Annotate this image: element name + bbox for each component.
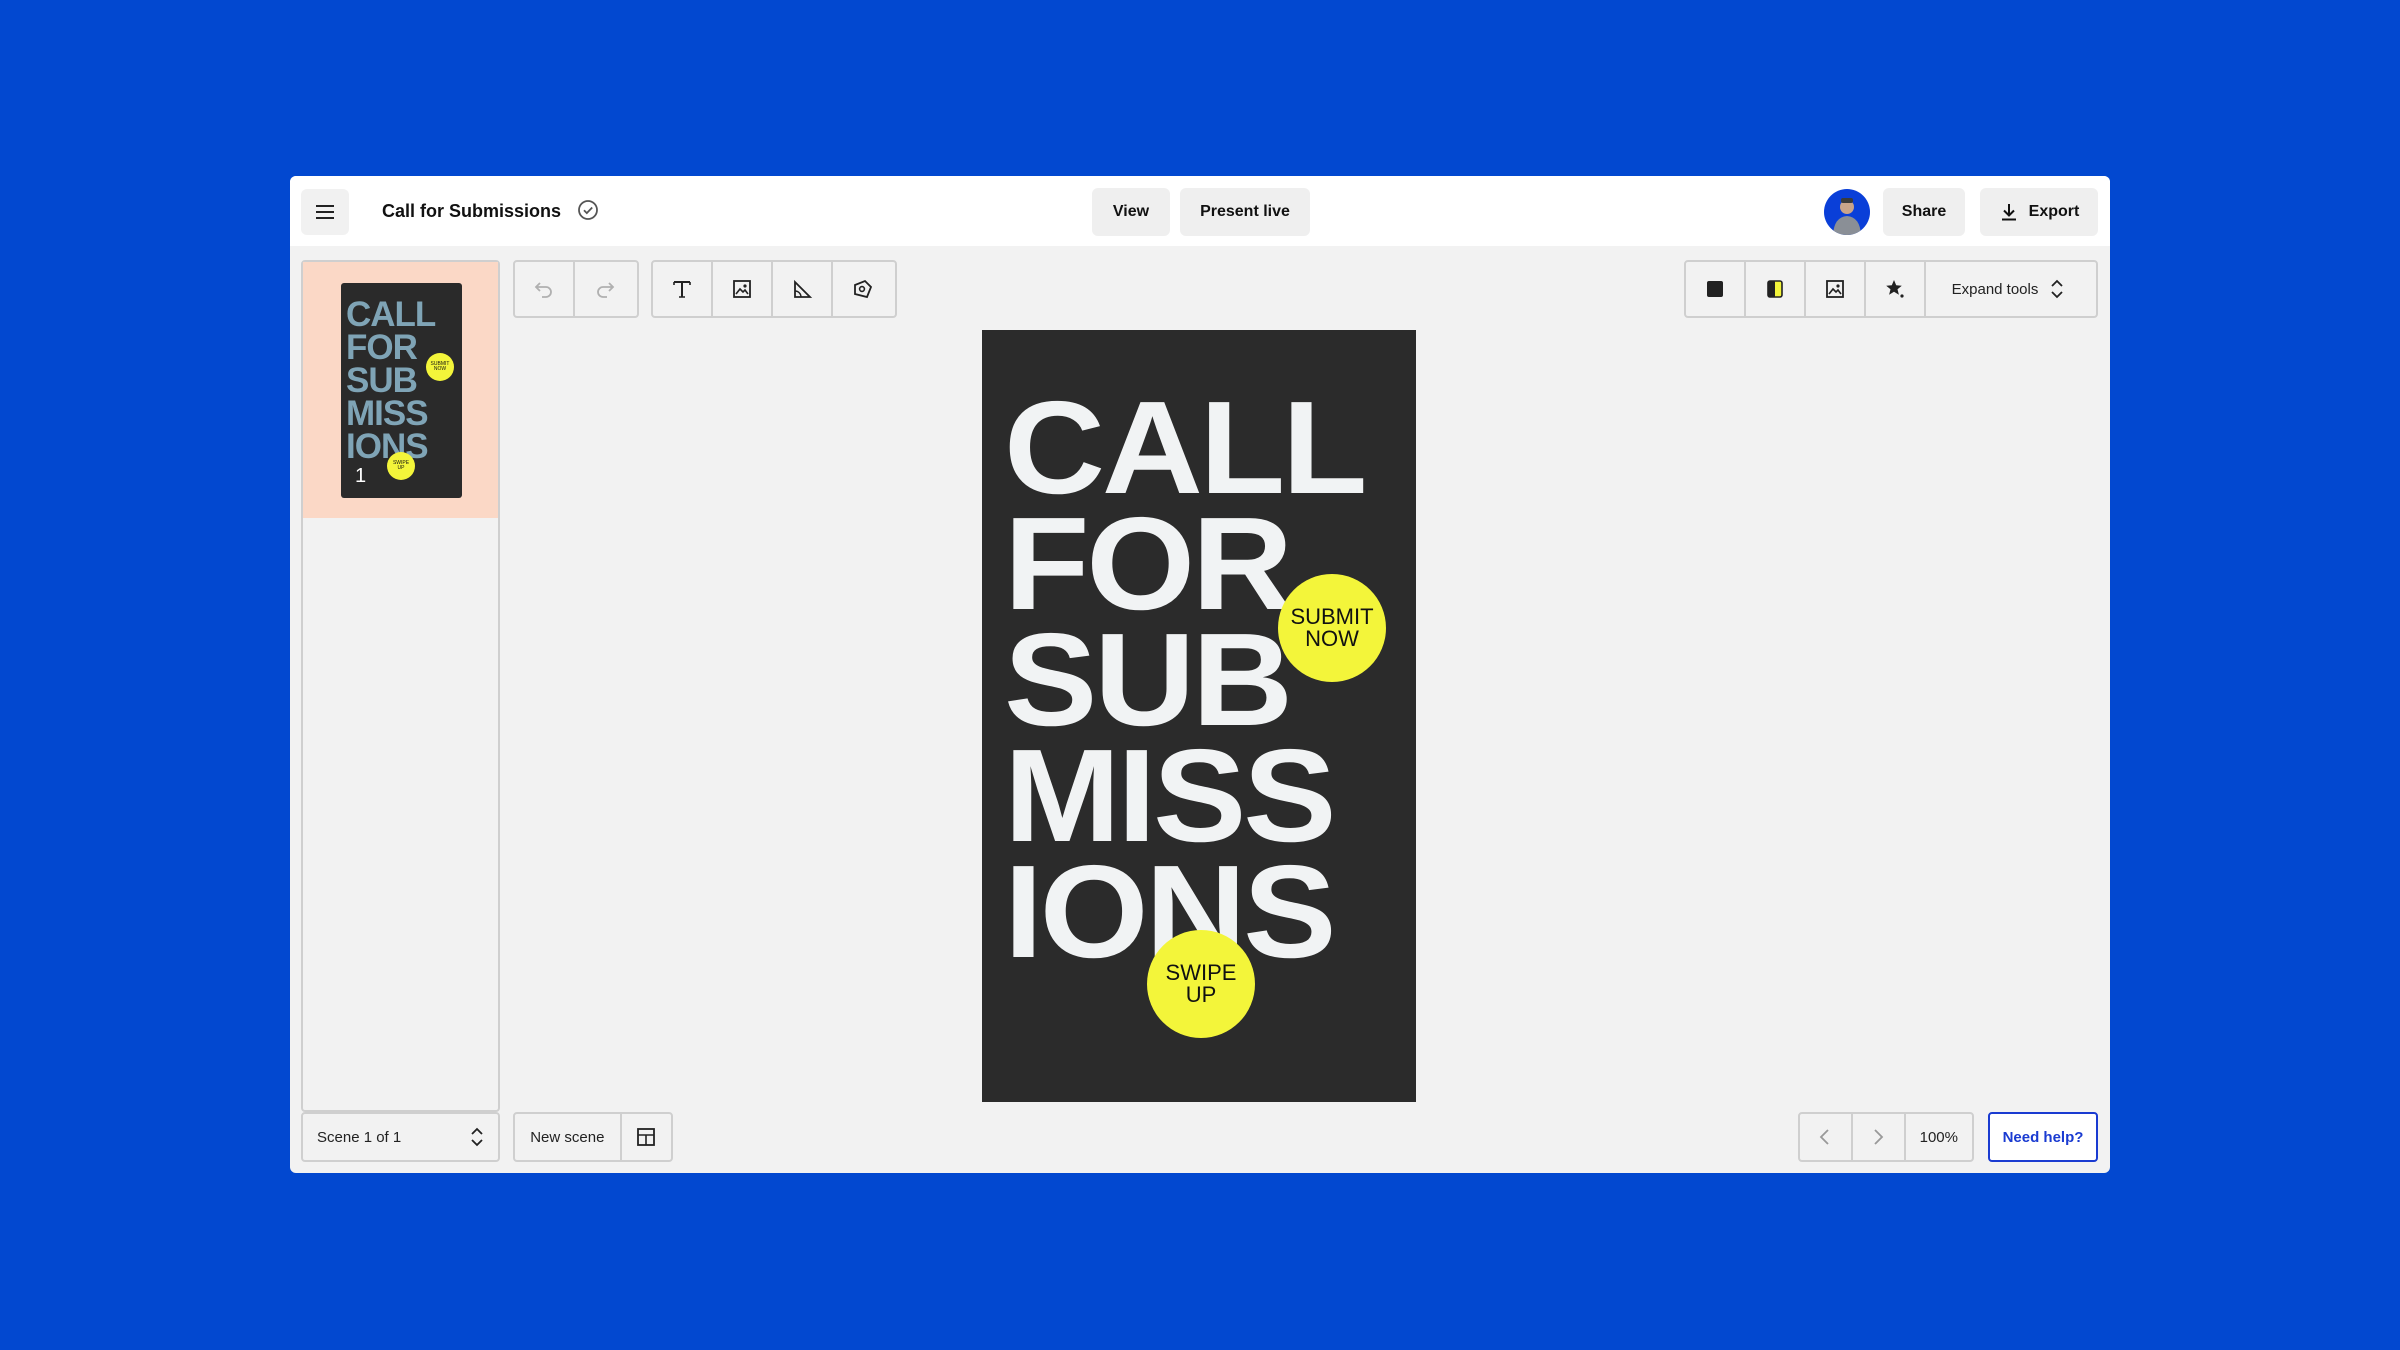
zoom-control[interactable]: 100% [1906,1114,1972,1160]
thumb-badge-line: NOW [433,366,447,372]
new-scene-group: New scene [513,1112,673,1162]
thumb-text-line: SUB [346,361,418,400]
thumb-text-line: IONS [346,427,429,466]
scene-thumbnail[interactable]: CALL FOR SUB MISS IONS SUBMIT NOW SWIPE UP… [341,283,462,498]
expand-tools-label: Expand tools [1951,280,2039,298]
navigation-group: 100% [1798,1112,1974,1162]
sticker-icon [854,279,873,299]
thumb-badge-line: UP [397,465,405,471]
effects-button[interactable] [1866,262,1926,316]
color-palette-icon [1767,280,1783,298]
editor-window: Call for Submissions View Present live S… [290,176,2110,1173]
image-icon [733,280,751,298]
swipe-up-badge[interactable]: SWIPE UP [1147,930,1255,1038]
zoom-value: 100% [1919,1128,1958,1146]
thumb-badge-swipe: SWIPE UP [387,452,415,480]
layout-icon [637,1128,656,1146]
redo-icon [597,282,615,298]
thumb-text-line: MISS [346,394,429,433]
thumb-text-line: FOR [346,328,418,367]
previous-scene-button[interactable] [1800,1114,1853,1160]
submit-now-badge[interactable]: SUBMIT NOW [1278,574,1386,682]
text-tool-button[interactable] [653,262,713,316]
undo-icon [534,282,552,298]
need-help-button[interactable]: Need help? [1988,1112,2098,1162]
background-color-icon [1707,281,1723,297]
replace-image-button[interactable] [1806,262,1866,316]
view-label: View [1112,203,1150,220]
thumb-badge-submit: SUBMIT NOW [426,353,454,381]
new-scene-label: New scene [530,1128,605,1146]
undo-button[interactable] [515,262,575,316]
avatar[interactable] [1824,189,1870,235]
document-title[interactable]: Call for Submissions [382,201,561,222]
export-label: Export [2028,203,2080,220]
view-button[interactable]: View [1092,188,1170,236]
scene-layout-button[interactable] [622,1114,671,1160]
export-button[interactable]: Export [1980,188,2098,236]
chevron-up-down-icon [2051,279,2063,299]
top-bar: Call for Submissions View Present live S… [290,176,2110,246]
sticker-tool-button[interactable] [833,262,893,316]
scene-selector-label: Scene 1 of 1 [317,1128,402,1146]
chevron-right-icon [1874,1129,1884,1145]
new-scene-button[interactable]: New scene [515,1114,622,1160]
insert-tools [651,260,897,318]
present-live-button[interactable]: Present live [1180,188,1310,236]
text-icon [673,281,691,298]
background-color-button[interactable] [1686,262,1746,316]
design-canvas[interactable]: CALL FOR SUB MISS IONS SUBMIT NOW SWIPE UP [982,330,1416,1102]
chevron-left-icon [1820,1129,1830,1145]
shape-icon [794,279,813,298]
image-tool-button[interactable] [713,262,773,316]
share-button[interactable]: Share [1883,188,1965,236]
next-scene-button[interactable] [1853,1114,1906,1160]
shape-tool-button[interactable] [773,262,833,316]
need-help-label: Need help? [2002,1128,2084,1146]
color-palette-button[interactable] [1746,262,1806,316]
expand-tools-button[interactable]: Expand tools [1926,262,2090,316]
badge-line: UP [1185,982,1217,1007]
history-tools [513,260,639,318]
saved-check-icon [578,200,598,220]
menu-button[interactable] [301,189,349,235]
present-label: Present live [1200,203,1290,220]
badge-line: NOW [1305,626,1359,651]
download-icon [2001,204,2016,221]
scene-number: 1 [355,465,367,487]
user-photo-icon [1833,198,1861,235]
effects-icon [1886,280,1904,298]
scenes-panel: CALL FOR SUB MISS IONS SUBMIT NOW SWIPE UP… [301,260,500,1112]
scene-selector[interactable]: Scene 1 of 1 [301,1112,500,1162]
hamburger-icon [316,205,334,219]
image-icon [1826,280,1844,298]
style-tools: Expand tools [1684,260,2098,318]
chevron-up-down-icon [471,1127,483,1147]
redo-button[interactable] [575,262,635,316]
scene-thumbnail-selected[interactable]: CALL FOR SUB MISS IONS SUBMIT NOW SWIPE UP… [303,262,498,518]
share-label: Share [1901,203,1947,220]
thumb-text-line: CALL [346,295,436,334]
